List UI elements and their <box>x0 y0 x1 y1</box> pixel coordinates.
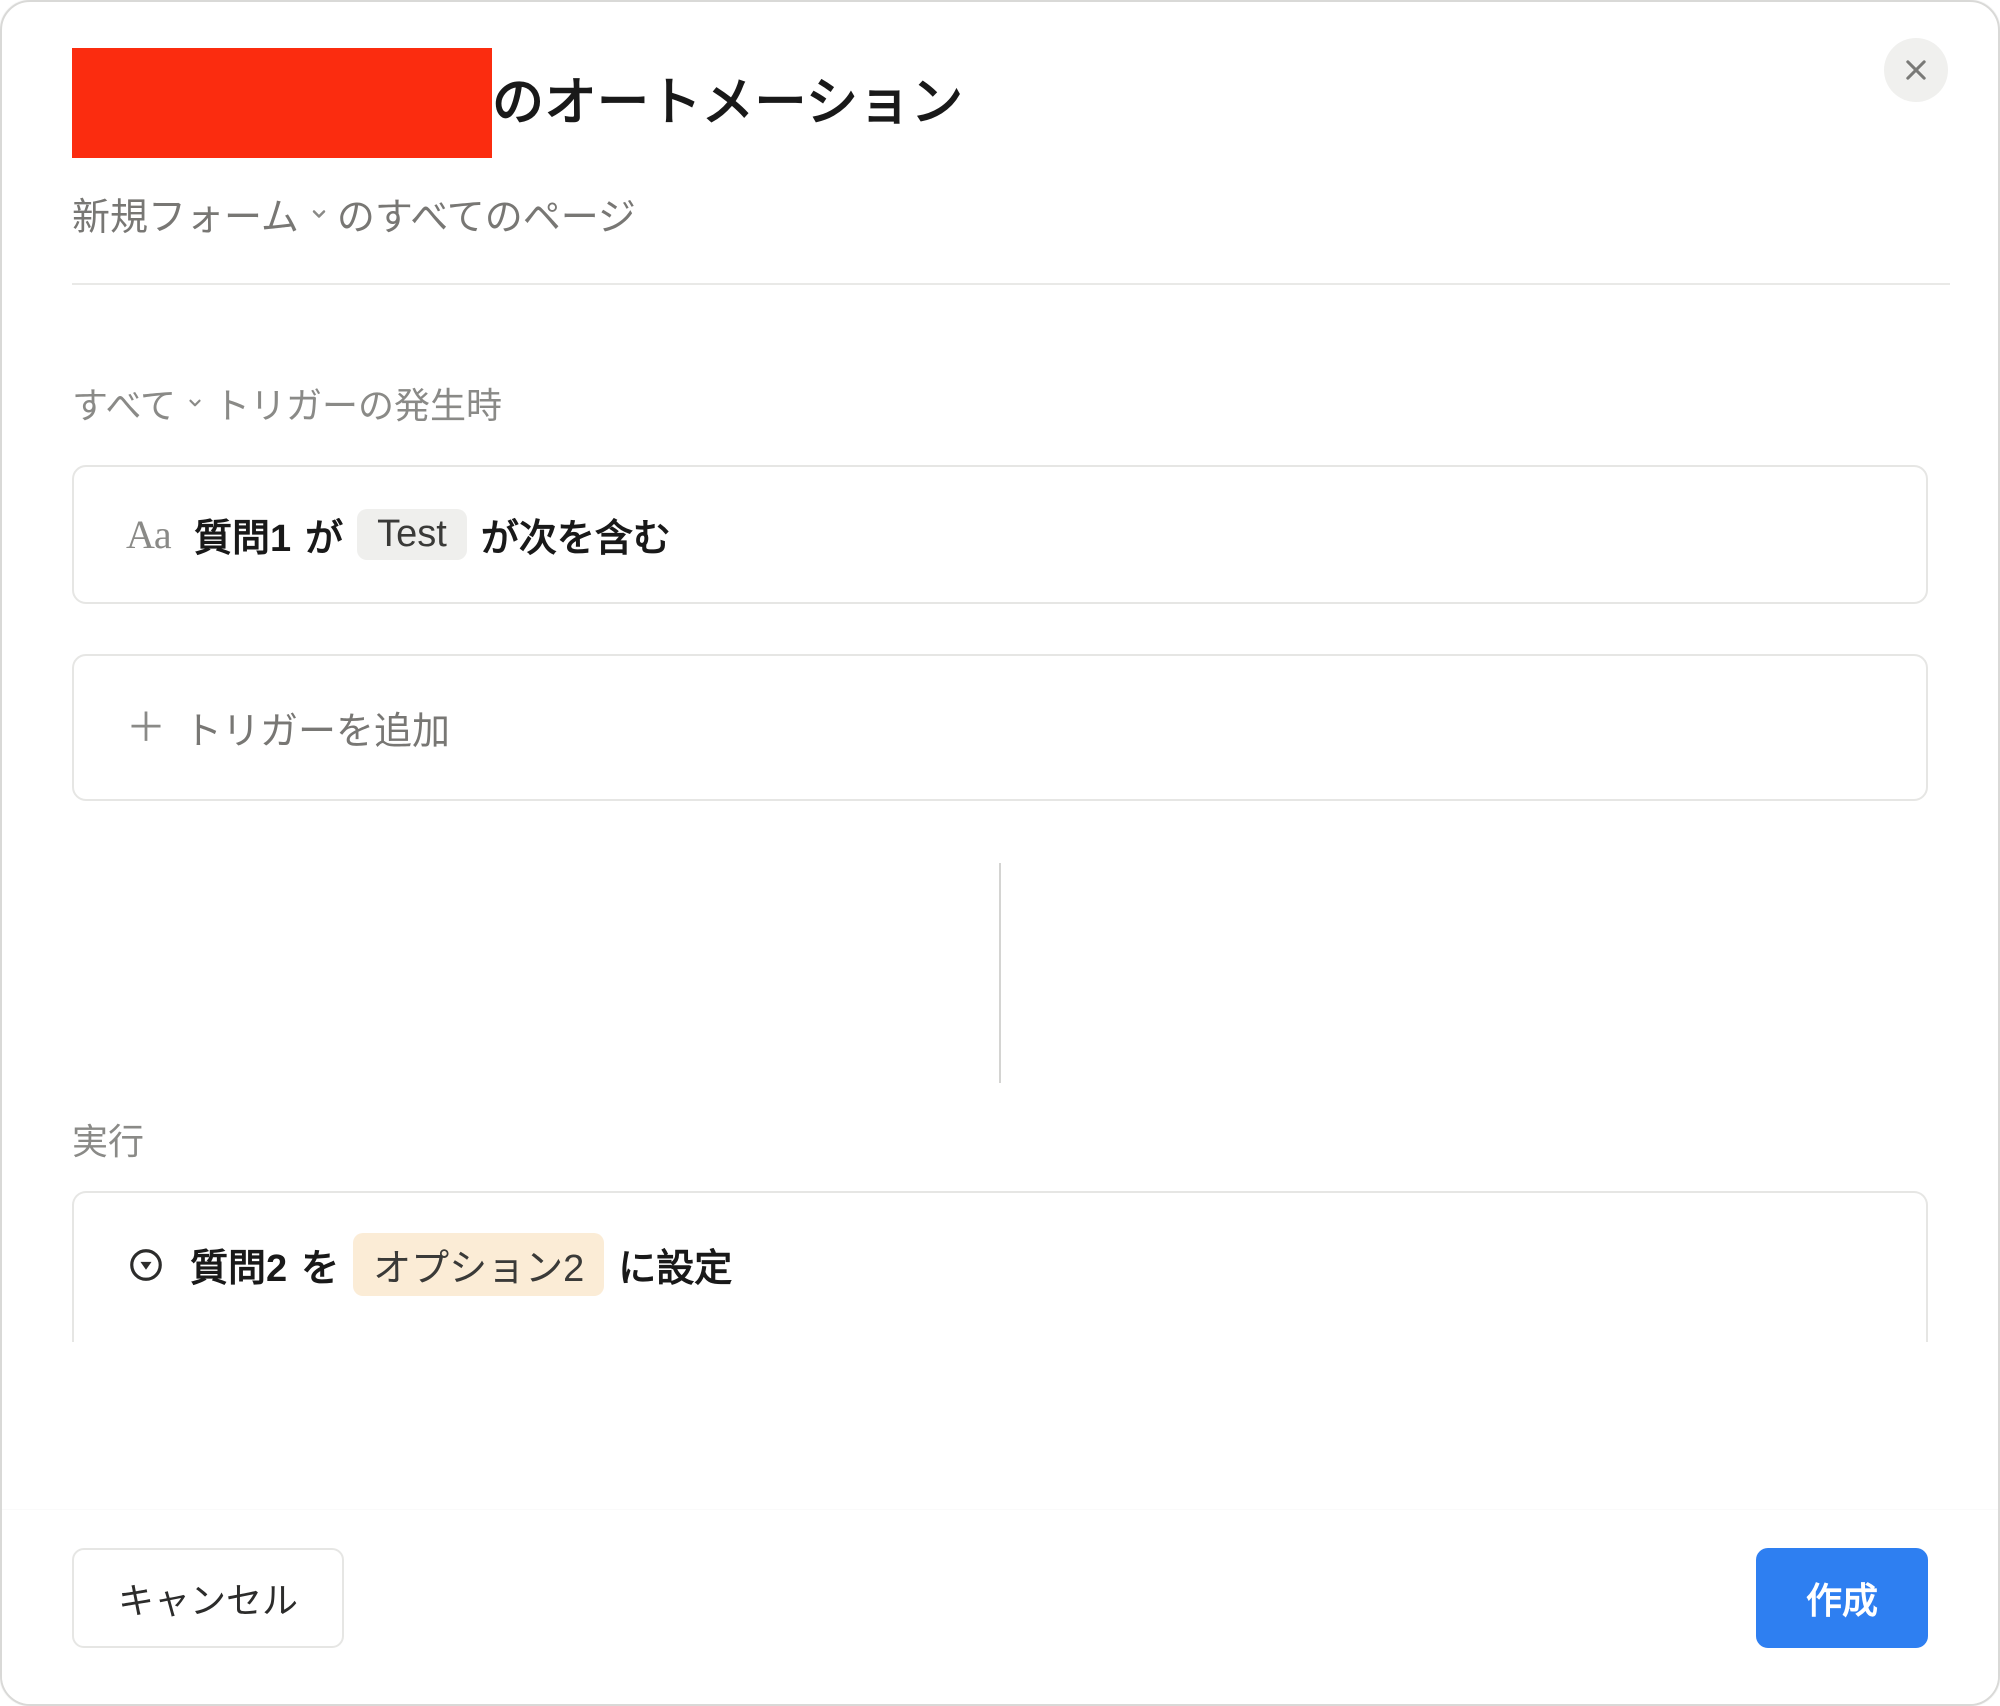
trigger-condition: 質問1 が Test が次を含む <box>194 507 671 562</box>
flow-connector-line <box>999 863 1001 1083</box>
trigger-scope-dropdown[interactable]: すべて <box>72 377 204 429</box>
create-button[interactable]: 作成 <box>1756 1548 1928 1648</box>
chevron-down-icon <box>309 204 329 224</box>
trigger-operator: が次を含む <box>481 507 671 562</box>
trigger-condition-card[interactable]: Aa 質問1 が Test が次を含む <box>72 465 1928 604</box>
trigger-field: 質問1 <box>194 507 291 562</box>
trigger-value-chip: Test <box>357 509 467 560</box>
action-operator: に設定 <box>618 1237 732 1292</box>
modal-title-suffix: のオートメーション <box>492 77 963 129</box>
trigger-scope-label: すべて <box>72 377 176 429</box>
add-trigger-label: トリガーを追加 <box>184 700 450 755</box>
add-trigger-button[interactable]: ＋ トリガーを追加 <box>72 654 1928 801</box>
form-selector-label: 新規フォーム <box>72 186 299 241</box>
cancel-button[interactable]: キャンセル <box>72 1548 344 1648</box>
close-button[interactable] <box>1884 38 1948 102</box>
plus-icon: ＋ <box>126 708 166 748</box>
close-icon <box>1902 56 1930 84</box>
text-property-icon: Aa <box>126 511 170 558</box>
actions-section-heading: 実行 <box>72 1113 1928 1165</box>
form-selector-dropdown[interactable]: 新規フォーム <box>72 186 329 241</box>
trigger-particle-1: が <box>305 507 343 562</box>
automation-modal: のオートメーション 新規フォーム のすべてのページ すべて トリガーの発生時 <box>0 0 2000 1706</box>
triggers-section: すべて トリガーの発生時 Aa 質問1 が Test が次を含む ＋ トリガーを追… <box>2 377 1998 1342</box>
triggers-heading-suffix: トリガーの発生時 <box>214 377 502 429</box>
modal-header: のオートメーション 新規フォーム のすべてのページ <box>2 2 1998 241</box>
header-divider <box>72 283 1950 285</box>
modal-title-row: のオートメーション <box>72 48 1928 158</box>
triggers-section-header: すべて トリガーの発生時 <box>72 377 1928 429</box>
modal-subtitle: 新規フォーム のすべてのページ <box>72 186 1928 241</box>
chevron-down-icon <box>186 394 204 412</box>
redacted-block <box>72 48 492 158</box>
connector-wrap <box>72 863 1928 1083</box>
action-value-chip: オプション2 <box>353 1233 604 1296</box>
action-condition: 質問2 を オプション2 に設定 <box>190 1233 732 1296</box>
action-card[interactable]: 質問2 を オプション2 に設定 <box>72 1191 1928 1342</box>
modal-footer: キャンセル 作成 <box>2 1510 1998 1704</box>
action-particle-1: を <box>301 1237 339 1292</box>
form-selector-suffix: のすべてのページ <box>337 186 636 241</box>
select-property-icon <box>126 1245 166 1285</box>
action-field: 質問2 <box>190 1237 287 1292</box>
